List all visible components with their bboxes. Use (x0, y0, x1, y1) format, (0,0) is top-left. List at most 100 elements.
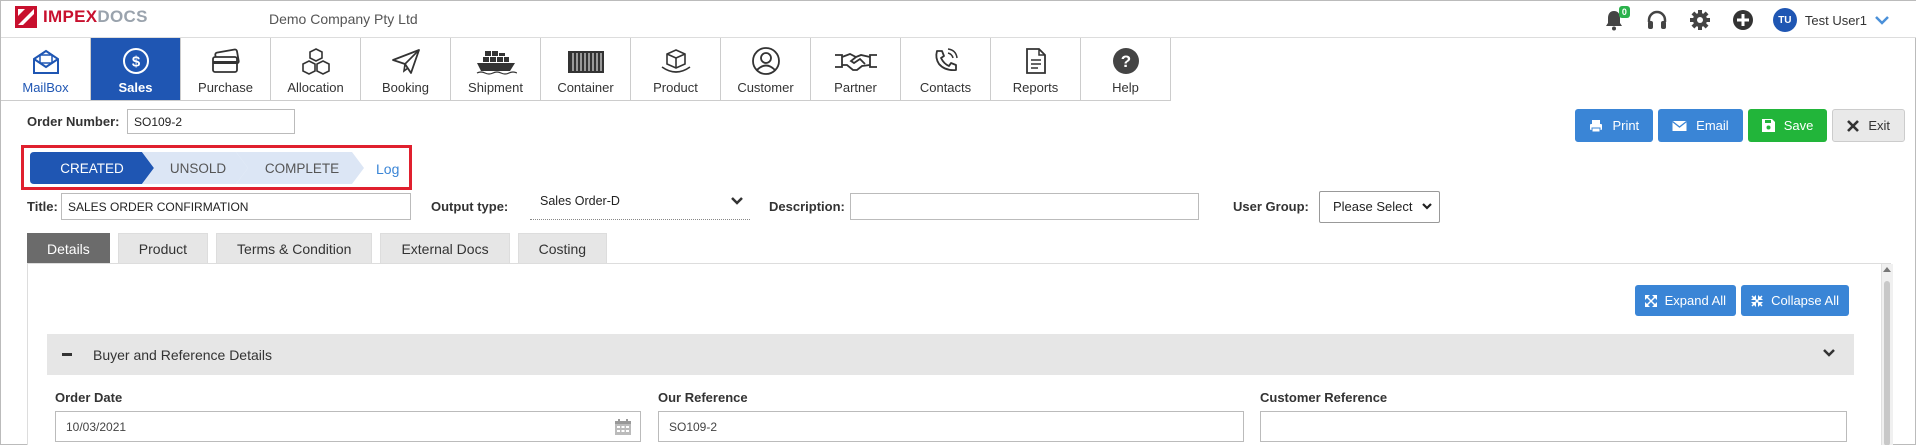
our-reference-label: Our Reference (658, 390, 748, 405)
title-input[interactable] (61, 193, 411, 220)
user-menu-chevron-icon[interactable] (1875, 15, 1889, 25)
module-allocation[interactable]: Allocation (271, 38, 361, 100)
impexdocs-logo[interactable]: IMPEXDOCS (15, 6, 148, 28)
collapse-minus-icon[interactable] (47, 334, 87, 375)
title-label: Title: (27, 199, 58, 214)
order-date-value: 10/03/2021 (66, 420, 127, 434)
customer-reference-input[interactable] (1260, 411, 1847, 442)
user-group-select[interactable]: Please Select (1319, 191, 1440, 223)
box-icon (661, 49, 690, 73)
scroll-up-arrow-icon[interactable] (1883, 267, 1891, 272)
order-number-input[interactable] (127, 109, 295, 134)
mailbox-icon (32, 49, 59, 74)
output-type-value: Sales Order-D (540, 194, 620, 208)
status-step-unsold[interactable]: UNSOLD (142, 152, 248, 184)
logo-text-docs: DOCS (97, 7, 148, 26)
user-avatar[interactable]: TU (1772, 8, 1797, 32)
module-label: Shipment (468, 80, 523, 95)
module-label: Purchase (198, 80, 253, 95)
customer-reference-label: Customer Reference (1260, 390, 1388, 405)
company-name: Demo Company Pty Ltd (269, 11, 418, 27)
tab-costing[interactable]: Costing (517, 233, 608, 263)
notifications-bell-icon[interactable]: 0 (1601, 6, 1630, 33)
module-label: Allocation (287, 80, 344, 95)
save-label: Save (1783, 118, 1814, 133)
module-label: Sales (118, 80, 153, 95)
save-button[interactable]: Save (1747, 109, 1828, 142)
floppy-disk-icon (1761, 119, 1775, 132)
module-shipment[interactable]: Shipment (451, 38, 541, 100)
tab-terms-condition[interactable]: Terms & Condition (216, 233, 373, 263)
printer-icon (1590, 119, 1603, 132)
status-step-complete[interactable]: COMPLETE (236, 152, 364, 184)
container-icon (567, 51, 604, 73)
user-icon (751, 47, 780, 75)
module-help[interactable]: ? Help (1081, 38, 1171, 100)
ship-icon (476, 51, 517, 75)
output-type-select[interactable]: Sales Order-D (530, 191, 750, 220)
logo-text-impex: IMPEX (43, 7, 98, 26)
module-label: Booking (382, 80, 429, 95)
module-mailbox[interactable]: MailBox (1, 38, 91, 100)
calendar-icon[interactable] (614, 418, 632, 436)
our-reference-input[interactable]: SO109-2 (658, 411, 1244, 442)
module-product[interactable]: Product (631, 38, 721, 100)
description-input[interactable] (850, 193, 1199, 220)
section-title: Buyer and Reference Details (93, 346, 272, 363)
module-label: Contacts (919, 80, 972, 95)
our-reference-value: SO109-2 (669, 420, 718, 434)
dollar-circle-icon: $ (122, 48, 149, 74)
action-buttons: Print Email Save Exit (1570, 109, 1905, 142)
top-bar: IMPEXDOCS Demo Company Pty Ltd 0 TU Test… (1, 1, 1916, 38)
user-name[interactable]: Test User1 (1805, 13, 1867, 28)
tab-details[interactable]: Details (27, 233, 110, 263)
add-plus-circle-icon[interactable] (1730, 7, 1756, 33)
description-label: Description: (769, 199, 845, 214)
module-label: Product (653, 80, 698, 95)
tab-external-docs[interactable]: External Docs (380, 233, 510, 263)
top-icons: 0 TU Test User1 (1584, 6, 1889, 33)
module-customer[interactable]: Customer (721, 38, 811, 100)
phone-icon (934, 48, 958, 72)
user-group-label: User Group: (1233, 199, 1309, 214)
module-reports[interactable]: Reports (991, 38, 1081, 100)
chevron-down-icon[interactable] (1822, 348, 1836, 358)
headset-support-icon[interactable] (1644, 7, 1670, 33)
status-stepper: CREATED UNSOLD COMPLETE Log (21, 145, 412, 190)
step-label: COMPLETE (264, 160, 340, 176)
order-date-input[interactable]: 10/03/2021 (55, 411, 641, 442)
email-label: Email (1696, 118, 1729, 133)
module-booking[interactable]: Booking (361, 38, 451, 100)
module-label: Customer (737, 80, 794, 95)
scrollbar-thumb[interactable] (1884, 281, 1890, 445)
status-step-created[interactable]: CREATED (30, 152, 154, 184)
notification-count-badge: 0 (1618, 6, 1630, 18)
print-button[interactable]: Print (1575, 109, 1654, 142)
chevron-down-icon (1422, 203, 1432, 210)
email-button[interactable]: Email (1658, 109, 1743, 142)
log-link[interactable]: Log (376, 161, 399, 177)
buyer-reference-section-header[interactable]: Buyer and Reference Details (47, 334, 1854, 375)
module-label: MailBox (22, 80, 69, 95)
expand-all-button[interactable]: Expand All (1634, 285, 1737, 316)
expand-all-label: Expand All (1664, 293, 1727, 308)
close-x-icon (1847, 119, 1860, 132)
logo-mark-icon (15, 6, 37, 28)
module-partner[interactable]: Partner (811, 38, 901, 100)
paper-plane-icon (391, 49, 420, 74)
chevron-down-icon (731, 197, 743, 205)
module-contacts[interactable]: Contacts (901, 38, 991, 100)
collapse-all-label: Collapse All (1771, 293, 1839, 308)
module-nav: MailBox $ Sales Purchase Allocation Book… (1, 38, 1171, 101)
expand-arrows-icon (1644, 294, 1657, 307)
collapse-all-button[interactable]: Collapse All (1741, 285, 1849, 316)
exit-button[interactable]: Exit (1832, 109, 1905, 142)
tab-product[interactable]: Product (117, 233, 209, 263)
module-sales[interactable]: $ Sales (91, 38, 181, 100)
handshake-icon (834, 53, 877, 71)
module-container[interactable]: Container (541, 38, 631, 100)
module-purchase[interactable]: Purchase (181, 38, 271, 100)
settings-gear-icon[interactable] (1687, 7, 1713, 33)
order-number-label: Order Number: (27, 114, 120, 129)
module-label: Container (557, 80, 614, 95)
